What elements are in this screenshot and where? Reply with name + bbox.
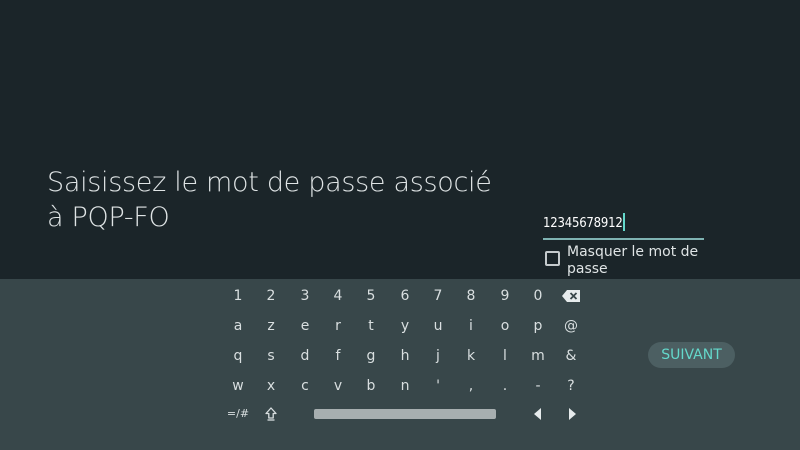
key-j[interactable]: j xyxy=(423,345,453,367)
key-6[interactable]: 6 xyxy=(390,285,420,307)
key-q[interactable]: q xyxy=(223,345,253,367)
key-p[interactable]: p xyxy=(523,315,553,337)
key-v[interactable]: v xyxy=(323,375,353,397)
key-hyphen[interactable]: - xyxy=(523,375,553,397)
password-field[interactable] xyxy=(543,211,704,240)
next-button[interactable]: SUIVANT xyxy=(648,342,735,368)
key-question[interactable]: ? xyxy=(556,375,586,397)
arrow-right-icon[interactable] xyxy=(557,403,587,425)
title-line-2: à PQP-FO xyxy=(47,202,170,233)
key-t[interactable]: t xyxy=(356,315,386,337)
space-bar[interactable] xyxy=(314,409,496,419)
key-r[interactable]: r xyxy=(323,315,353,337)
key-o[interactable]: o xyxy=(490,315,520,337)
key-9[interactable]: 9 xyxy=(490,285,520,307)
symbols-key[interactable]: =/# xyxy=(223,403,253,425)
key-e[interactable]: e xyxy=(290,315,320,337)
key-8[interactable]: 8 xyxy=(456,285,486,307)
key-comma[interactable]: , xyxy=(456,375,486,397)
key-w[interactable]: w xyxy=(223,375,253,397)
title-line-1: Saisissez le mot de passe associé xyxy=(47,167,492,198)
key-3[interactable]: 3 xyxy=(290,285,320,307)
key-d[interactable]: d xyxy=(290,345,320,367)
text-cursor xyxy=(623,213,625,231)
key-s[interactable]: s xyxy=(256,345,286,367)
key-5[interactable]: 5 xyxy=(356,285,386,307)
key-y[interactable]: y xyxy=(390,315,420,337)
arrow-left-icon[interactable] xyxy=(523,403,553,425)
key-i[interactable]: i xyxy=(456,315,486,337)
page-title: Saisissez le mot de passe associé à PQP-… xyxy=(47,165,517,235)
key-at[interactable]: @ xyxy=(556,315,586,337)
key-l[interactable]: l xyxy=(490,345,520,367)
key-u[interactable]: u xyxy=(423,315,453,337)
password-input[interactable] xyxy=(543,213,625,233)
key-k[interactable]: k xyxy=(456,345,486,367)
key-0[interactable]: 0 xyxy=(523,285,553,307)
key-z[interactable]: z xyxy=(256,315,286,337)
key-2[interactable]: 2 xyxy=(256,285,286,307)
key-4[interactable]: 4 xyxy=(323,285,353,307)
mask-password-checkbox[interactable] xyxy=(545,251,560,266)
key-ampersand[interactable]: & xyxy=(556,345,586,367)
key-g[interactable]: g xyxy=(356,345,386,367)
key-apostrophe[interactable]: ' xyxy=(423,375,453,397)
mask-password-option[interactable]: Masquer le mot de passe xyxy=(545,244,745,280)
key-x[interactable]: x xyxy=(256,375,286,397)
key-c[interactable]: c xyxy=(290,375,320,397)
key-n[interactable]: n xyxy=(390,375,420,397)
mask-password-label: Masquer le mot de passe xyxy=(567,244,699,277)
shift-icon[interactable] xyxy=(256,403,286,425)
key-m[interactable]: m xyxy=(523,345,553,367)
key-1[interactable]: 1 xyxy=(223,285,253,307)
key-a[interactable]: a xyxy=(223,315,253,337)
key-b[interactable]: b xyxy=(356,375,386,397)
key-period[interactable]: . xyxy=(490,375,520,397)
key-h[interactable]: h xyxy=(390,345,420,367)
key-7[interactable]: 7 xyxy=(423,285,453,307)
backspace-icon[interactable] xyxy=(556,285,586,307)
key-f[interactable]: f xyxy=(323,345,353,367)
